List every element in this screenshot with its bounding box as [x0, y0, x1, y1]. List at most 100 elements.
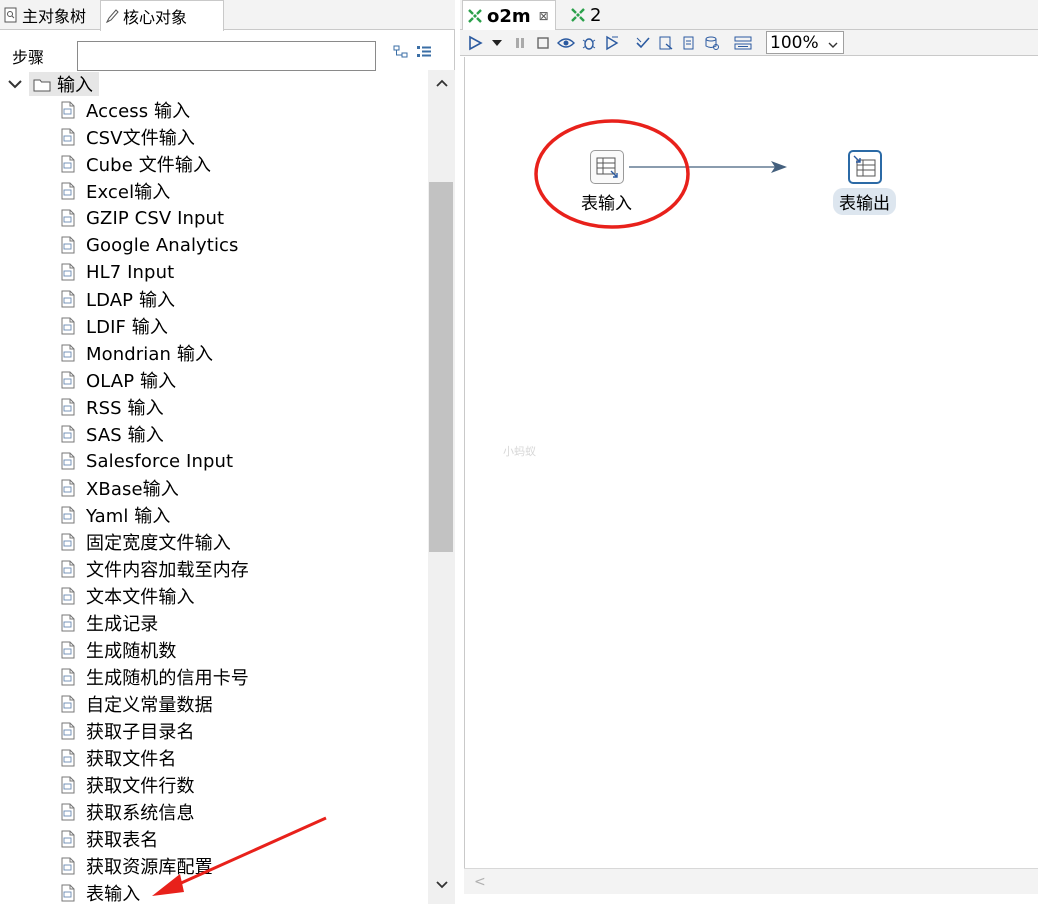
transformation-icon — [570, 7, 586, 23]
tree-item-label: 文件内容加载至内存 — [86, 560, 249, 581]
tab-2[interactable]: 2 — [566, 0, 626, 30]
expand-all-icon[interactable] — [393, 44, 409, 60]
tree-item[interactable]: CSV文件输入 — [60, 124, 195, 150]
editor-toolbar: 100% — [460, 30, 1038, 56]
tab-core-objects[interactable]: 核心对象 — [100, 0, 224, 31]
tab-main-object-tree[interactable]: 主对象树 — [0, 0, 100, 30]
tree-item-label: RSS 输入 — [86, 398, 164, 419]
scroll-up-arrow-icon[interactable] — [428, 70, 455, 96]
tree-item-label: Excel输入 — [86, 182, 171, 203]
sql-icon[interactable] — [680, 34, 698, 52]
replay-icon[interactable] — [603, 34, 621, 52]
random-value-icon — [60, 641, 76, 659]
scrollbar-thumb[interactable] — [429, 182, 453, 552]
step-table-output[interactable]: 表输出 — [833, 150, 896, 215]
tree-item-label: 固定宽度文件输入 — [86, 533, 231, 554]
yaml-file-icon — [60, 506, 76, 524]
run-dropdown-icon[interactable] — [488, 34, 506, 52]
annotation-circle — [534, 119, 690, 229]
transformation-canvas[interactable]: 表输入 表输出 小蚂蚁 — [464, 57, 1038, 894]
show-results-icon[interactable] — [734, 34, 752, 52]
step-search-input[interactable] — [77, 41, 376, 71]
xbase-file-icon — [60, 479, 76, 497]
tab-label: 2 — [590, 4, 602, 26]
ldif-shield-icon — [60, 317, 76, 335]
tree-item-label: XBase输入 — [86, 479, 179, 500]
tree-item-label: OLAP 输入 — [86, 371, 177, 392]
step-search-row: 步骤 — [0, 30, 455, 71]
preview-icon[interactable] — [557, 34, 575, 52]
tree-item[interactable]: HL7 Input — [60, 259, 174, 285]
annotation-arrow — [152, 816, 327, 896]
tree-item[interactable]: 获取子目录名 — [60, 718, 195, 744]
tree-item[interactable]: 生成随机数 — [60, 637, 177, 663]
tree-item-label: Yaml 输入 — [86, 506, 171, 527]
scroll-down-arrow-icon[interactable] — [428, 872, 455, 898]
run-icon[interactable] — [466, 34, 484, 52]
tree-item[interactable]: LDIF 输入 — [60, 313, 168, 339]
tab-o2m[interactable]: o2m ⊠ — [462, 0, 556, 31]
impact-icon[interactable] — [657, 34, 675, 52]
left-tab-bar: 主对象树 核心对象 — [0, 0, 455, 31]
pause-icon[interactable] — [511, 34, 529, 52]
tree-item[interactable]: GZIP CSV Input — [60, 205, 224, 231]
right-panel: o2m ⊠ 2 100% 表输入 表输出 小蚂蚁 < — [460, 0, 1038, 904]
tree-item-label: SAS 输入 — [86, 425, 164, 446]
tree-item[interactable]: Excel输入 — [60, 178, 170, 204]
ldap-shield-icon — [60, 290, 76, 308]
repository-config-icon — [60, 857, 76, 875]
tree-item-label: 生成随机的信用卡号 — [86, 668, 249, 689]
chevron-down-icon[interactable] — [7, 76, 23, 92]
cube-file-icon — [60, 155, 76, 173]
tree-item-label: 表输入 — [86, 884, 141, 904]
tree-item[interactable]: Cube 文件输入 — [60, 151, 211, 177]
tree-folder-input[interactable]: 输入 — [0, 72, 428, 96]
stop-icon[interactable] — [534, 34, 552, 52]
tree-item[interactable]: RSS 输入 — [60, 394, 164, 420]
explore-db-icon[interactable] — [703, 34, 721, 52]
google-analytics-icon — [60, 236, 76, 254]
table-output-icon[interactable] — [847, 150, 882, 184]
tree-item-label: Google Analytics — [86, 234, 239, 256]
tree-item[interactable]: SAS 输入 — [60, 421, 164, 447]
tree-item[interactable]: Mondrian 输入 — [60, 340, 213, 366]
check-icon[interactable] — [634, 34, 652, 52]
zoom-value: 100% — [770, 32, 819, 53]
tree-item[interactable]: Yaml 输入 — [60, 502, 171, 528]
zoom-select[interactable]: 100% — [766, 31, 844, 54]
tree-item[interactable]: 文本文件输入 — [60, 583, 195, 609]
tree-item[interactable]: 获取文件名 — [60, 745, 177, 771]
tree-item[interactable]: 文件内容加载至内存 — [60, 556, 249, 582]
tab-label: 主对象树 — [22, 7, 87, 26]
tree-item[interactable]: 生成随机的信用卡号 — [60, 664, 249, 690]
horizontal-scrollbar[interactable]: < — [464, 868, 1038, 894]
tree-item-label: CSV文件输入 — [86, 128, 196, 149]
tree-item-label: 文本文件输入 — [86, 587, 195, 608]
chevron-down-icon — [827, 36, 839, 56]
tree-item-label: 获取文件行数 — [86, 776, 195, 797]
tree-item[interactable]: LDAP 输入 — [60, 286, 175, 312]
search-label: 步骤 — [12, 48, 45, 67]
close-icon[interactable]: ⊠ — [539, 9, 549, 23]
tree-item[interactable]: XBase输入 — [60, 475, 179, 501]
debug-icon[interactable] — [580, 34, 598, 52]
tree-item[interactable]: OLAP 输入 — [60, 367, 176, 393]
tree-item-label: 生成记录 — [86, 614, 159, 635]
tree-item-label: 生成随机数 — [86, 641, 177, 662]
excel-file-icon — [60, 182, 76, 200]
tree-item[interactable]: 自定义常量数据 — [60, 691, 213, 717]
vertical-scrollbar[interactable] — [428, 70, 455, 904]
collapse-all-icon[interactable] — [416, 44, 432, 60]
tree-item[interactable]: 生成记录 — [60, 610, 158, 636]
sas-file-icon — [60, 425, 76, 443]
salesforce-icon — [60, 452, 76, 470]
tree-item[interactable]: 固定宽度文件输入 — [60, 529, 231, 555]
scroll-left-arrow-icon[interactable]: < — [474, 874, 486, 890]
tree-item[interactable]: Google Analytics — [60, 232, 239, 258]
tree-item-label: 自定义常量数据 — [86, 695, 213, 716]
mondrian-cube-icon — [60, 344, 76, 362]
tree-item[interactable]: Salesforce Input — [60, 448, 233, 474]
tree-item[interactable]: Access 输入 — [60, 97, 190, 123]
tree-item[interactable]: 表输入 — [60, 880, 140, 904]
tree-item[interactable]: 获取文件行数 — [60, 772, 195, 798]
